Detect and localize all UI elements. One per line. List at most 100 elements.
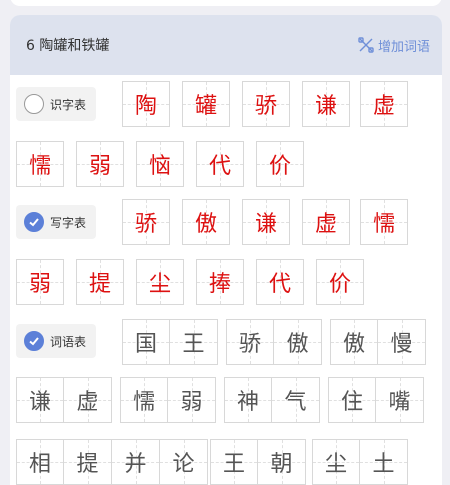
character: 傲 (194, 212, 217, 237)
character: 土 (372, 452, 395, 477)
char-cell-shizi[interactable]: 懦 (16, 141, 64, 187)
lesson-header: 6 陶罐和铁罐 增加词语 (10, 15, 442, 75)
word-char-cell: 提 (64, 439, 112, 485)
word-char-cell: 住 (328, 377, 376, 423)
character: 相 (28, 452, 51, 477)
character: 罐 (194, 94, 217, 119)
character: 并 (124, 452, 147, 477)
word-char-cell: 论 (160, 439, 208, 485)
char-cell-xiezi[interactable]: 骄 (122, 199, 170, 245)
char-cell-shizi[interactable]: 恼 (136, 141, 184, 187)
character: 虚 (372, 94, 395, 119)
word-char-cell: 土 (360, 439, 408, 485)
xiezi-radio[interactable] (24, 212, 44, 232)
char-cell-shizi[interactable]: 代 (196, 141, 244, 187)
word-group[interactable]: 骄傲 (226, 319, 322, 365)
word-group[interactable]: 王朝 (210, 439, 306, 485)
character: 傲 (286, 332, 309, 357)
char-cell-shizi[interactable]: 弱 (76, 141, 124, 187)
character: 尘 (324, 452, 347, 477)
character: 王 (222, 452, 245, 477)
word-group[interactable]: 谦虚 (16, 377, 112, 423)
character: 骄 (134, 212, 157, 237)
character: 价 (328, 272, 351, 297)
char-cell-xiezi[interactable]: 尘 (136, 259, 184, 305)
word-char-cell: 王 (170, 319, 218, 365)
character: 住 (340, 390, 363, 415)
shizi-toggle[interactable]: 识字表 (16, 87, 97, 121)
xiezi-toggle[interactable]: 写字表 (16, 205, 97, 239)
word-char-cell: 朝 (258, 439, 306, 485)
character: 朝 (270, 452, 293, 477)
word-group[interactable]: 相提并论 (16, 439, 208, 485)
previous-card (10, 0, 442, 6)
tools-icon (358, 37, 374, 53)
char-cell-shizi[interactable]: 价 (256, 141, 304, 187)
character: 慢 (390, 332, 413, 357)
character: 傲 (342, 332, 365, 357)
word-group[interactable]: 尘土 (312, 439, 408, 485)
check-icon (29, 337, 39, 346)
char-cell-shizi[interactable]: 陶 (122, 81, 170, 127)
character: 价 (268, 154, 291, 179)
character: 弱 (28, 272, 51, 297)
character: 代 (208, 154, 231, 179)
character: 国 (134, 332, 157, 357)
char-cell-xiezi[interactable]: 捧 (196, 259, 244, 305)
ciyu-toggle[interactable]: 词语表 (16, 324, 97, 358)
char-cell-xiezi[interactable]: 傲 (182, 199, 230, 245)
character: 虚 (314, 212, 337, 237)
character: 弱 (180, 390, 203, 415)
char-cell-xiezi[interactable]: 懦 (360, 199, 408, 245)
word-char-cell: 并 (112, 439, 160, 485)
character: 谦 (314, 94, 337, 119)
character: 神 (236, 390, 259, 415)
character: 懦 (372, 212, 395, 237)
char-cell-xiezi[interactable]: 谦 (242, 199, 290, 245)
shizi-label: 识字表 (50, 97, 87, 112)
character: 嘴 (388, 390, 411, 415)
char-cell-shizi[interactable]: 谦 (302, 81, 350, 127)
character: 气 (284, 390, 307, 415)
lesson-title: 6 陶罐和铁罐 (26, 38, 110, 54)
character: 懦 (28, 154, 51, 179)
char-cell-shizi[interactable]: 虚 (360, 81, 408, 127)
char-cell-xiezi[interactable]: 价 (316, 259, 364, 305)
character: 陶 (134, 94, 157, 119)
word-group[interactable]: 傲慢 (330, 319, 426, 365)
word-char-cell: 懦 (120, 377, 168, 423)
ciyu-label: 词语表 (50, 334, 87, 349)
word-group[interactable]: 国王 (122, 319, 218, 365)
word-char-cell: 弱 (168, 377, 216, 423)
char-cell-xiezi[interactable]: 提 (76, 259, 124, 305)
xiezi-label: 写字表 (50, 215, 87, 230)
word-char-cell: 傲 (330, 319, 378, 365)
character: 谦 (28, 390, 51, 415)
shizi-radio[interactable] (24, 94, 44, 114)
ciyu-radio[interactable] (24, 331, 44, 351)
add-word-button[interactable]: 增加词语 (358, 36, 430, 55)
char-cell-xiezi[interactable]: 代 (256, 259, 304, 305)
char-cell-xiezi[interactable]: 弱 (16, 259, 64, 305)
word-char-cell: 傲 (274, 319, 322, 365)
word-char-cell: 国 (122, 319, 170, 365)
char-cell-xiezi[interactable]: 虚 (302, 199, 350, 245)
word-char-cell: 骄 (226, 319, 274, 365)
character: 王 (182, 332, 205, 357)
word-char-cell: 相 (16, 439, 64, 485)
character: 提 (88, 272, 111, 297)
character: 恼 (148, 154, 171, 179)
character: 虚 (76, 390, 99, 415)
word-group[interactable]: 懦弱 (120, 377, 216, 423)
lesson-card: 6 陶罐和铁罐 增加词语 识字表 写字表 词语表 陶 罐 骄 谦 虚 懦 弱 恼… (10, 15, 442, 485)
character: 弱 (88, 154, 111, 179)
character: 骄 (254, 94, 277, 119)
check-icon (29, 218, 39, 227)
character: 骄 (238, 332, 261, 357)
char-cell-shizi[interactable]: 骄 (242, 81, 290, 127)
character: 论 (172, 452, 195, 477)
word-char-cell: 嘴 (376, 377, 424, 423)
char-cell-shizi[interactable]: 罐 (182, 81, 230, 127)
word-group[interactable]: 神气 (224, 377, 320, 423)
word-group[interactable]: 住嘴 (328, 377, 424, 423)
